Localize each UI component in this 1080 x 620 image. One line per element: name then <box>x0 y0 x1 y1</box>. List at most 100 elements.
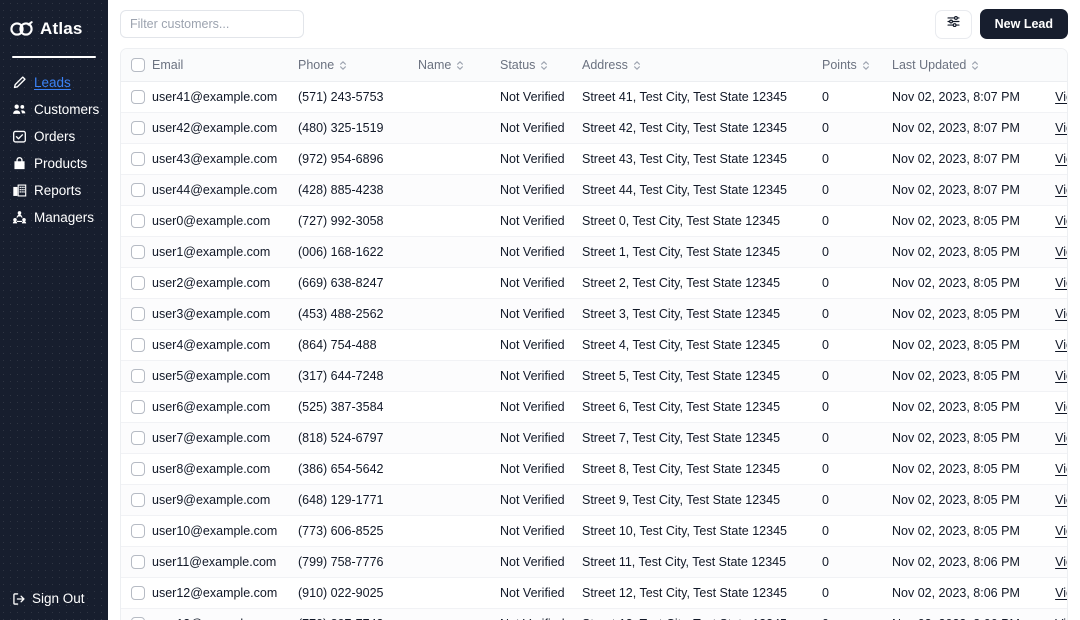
view-link[interactable]: View <box>1055 400 1067 414</box>
column-header-status[interactable]: Status <box>500 49 582 82</box>
row-checkbox[interactable] <box>131 369 145 383</box>
cell-phone: (972) 954-6896 <box>298 143 418 175</box>
view-link[interactable]: View <box>1055 245 1067 259</box>
view-link[interactable]: View <box>1055 338 1067 352</box>
column-header-email[interactable]: Email <box>152 49 298 82</box>
view-link[interactable]: View <box>1055 276 1067 290</box>
cell-points: 0 <box>822 360 892 392</box>
view-link[interactable]: View <box>1055 307 1067 321</box>
table-row[interactable]: user10@example.com (773) 606-8525 Not Veri… <box>121 515 1067 547</box>
table-row[interactable]: user13@example.com(770) 897-7743 Not Veri… <box>121 608 1067 620</box>
table-row[interactable]: user2@example.com (669) 638-8247 Not Verif… <box>121 267 1067 299</box>
sidebar-item-orders[interactable]: Orders <box>0 123 108 150</box>
view-link[interactable]: View <box>1055 586 1067 600</box>
row-checkbox[interactable] <box>131 462 145 476</box>
cell-email: user2@example.com <box>152 267 298 299</box>
table-row[interactable]: user4@example.com (864) 754-488 Not Verifi… <box>121 329 1067 361</box>
new-lead-button[interactable]: New Lead <box>979 9 1068 39</box>
column-header-address[interactable]: Address <box>582 49 822 82</box>
row-checkbox[interactable] <box>131 214 145 228</box>
table-row[interactable]: user11@example.com (799) 758-7776 Not Veri… <box>121 546 1067 578</box>
cell-email: user3@example.com <box>152 298 298 330</box>
cell-phone: (317) 644-7248 <box>298 360 418 392</box>
sort-icon[interactable] <box>540 60 548 71</box>
row-checkbox[interactable] <box>131 400 145 414</box>
column-header-name[interactable]: Name <box>418 49 500 82</box>
view-link[interactable]: View <box>1055 121 1067 135</box>
row-checkbox[interactable] <box>131 338 145 352</box>
shopping-bag-icon <box>12 156 27 171</box>
view-link[interactable]: View <box>1055 493 1067 507</box>
row-select-cell <box>121 453 152 485</box>
sidebar-item-managers[interactable]: Managers <box>0 204 108 231</box>
row-checkbox[interactable] <box>131 90 145 104</box>
row-checkbox[interactable] <box>131 493 145 507</box>
sidebar-item-customers[interactable]: Customers <box>0 96 108 123</box>
sidebar-item-products[interactable]: Products <box>0 150 108 177</box>
table-row[interactable]: user1@example.com (006) 168-1622 Not Verif… <box>121 236 1067 268</box>
sign-out-label: Sign Out <box>32 591 85 606</box>
cell-status: Not Verified <box>500 484 582 516</box>
table-row[interactable]: user43@example.com (972) 954-6896 Not Veri… <box>121 143 1067 175</box>
cell-last-updated: Nov 02, 2023, 8:05 PM <box>892 422 1032 454</box>
cell-points: 0 <box>822 484 892 516</box>
view-link[interactable]: View <box>1055 431 1067 445</box>
table-row[interactable]: user12@example.com (910) 022-9025 Not Veri… <box>121 577 1067 609</box>
sidebar-item-reports[interactable]: Reports <box>0 177 108 204</box>
sign-out-button[interactable]: Sign Out <box>12 591 85 606</box>
cell-last-updated: Nov 02, 2023, 8:05 PM <box>892 205 1032 237</box>
sort-icon[interactable] <box>456 60 464 71</box>
row-checkbox[interactable] <box>131 152 145 166</box>
view-link[interactable]: View <box>1055 183 1067 197</box>
table-row[interactable]: user42@example.com (480) 325-1519 Not Veri… <box>121 112 1067 144</box>
row-checkbox[interactable] <box>131 586 145 600</box>
sort-icon[interactable] <box>339 60 347 71</box>
table-row[interactable]: user0@example.com (727) 992-3058 Not Verif… <box>121 205 1067 237</box>
cell-points: 0 <box>822 205 892 237</box>
view-link[interactable]: View <box>1055 152 1067 166</box>
column-header-phone[interactable]: Phone <box>298 49 418 82</box>
table-row[interactable]: user9@example.com (648) 129-1771 Not Verif… <box>121 484 1067 516</box>
view-link[interactable]: View <box>1055 369 1067 383</box>
cell-name <box>418 515 500 547</box>
table-row[interactable]: user8@example.com (386) 654-5642 Not Verif… <box>121 453 1067 485</box>
table-row[interactable]: user7@example.com (818) 524-6797 Not Verif… <box>121 422 1067 454</box>
view-link[interactable]: View <box>1055 90 1067 104</box>
cell-last-updated: Nov 02, 2023, 8:05 PM <box>892 360 1032 392</box>
cell-name <box>418 205 500 237</box>
view-link[interactable]: View <box>1055 462 1067 476</box>
cell-status: Not Verified <box>500 546 582 578</box>
sort-icon[interactable] <box>862 60 870 71</box>
row-checkbox[interactable] <box>131 245 145 259</box>
cell-points: 0 <box>822 298 892 330</box>
table-row[interactable]: user6@example.com (525) 387-3584 Not Verif… <box>121 391 1067 423</box>
view-link[interactable]: View <box>1055 214 1067 228</box>
table-settings-button[interactable] <box>934 9 972 39</box>
table-row[interactable]: user3@example.com (453) 488-2562 Not Verif… <box>121 298 1067 330</box>
main-content: New Lead Email Phone <box>108 0 1080 620</box>
leads-table: Email Phone Name Status Address Points L… <box>121 49 1067 620</box>
row-checkbox[interactable] <box>131 121 145 135</box>
sliders-icon <box>946 14 961 34</box>
view-link[interactable]: View <box>1055 524 1067 538</box>
row-checkbox[interactable] <box>131 307 145 321</box>
row-checkbox[interactable] <box>131 183 145 197</box>
column-header-last-updated[interactable]: Last Updated <box>892 49 1032 82</box>
filter-customers-input[interactable] <box>120 10 304 38</box>
select-all-checkbox[interactable] <box>131 58 145 72</box>
cell-phone: (428) 885-4238 <box>298 174 418 206</box>
cell-email: user9@example.com <box>152 484 298 516</box>
table-row[interactable]: user41@example.com (571) 243-5753 Not Veri… <box>121 81 1067 113</box>
column-header-points[interactable]: Points <box>822 49 892 82</box>
sort-icon[interactable] <box>971 60 979 71</box>
row-checkbox[interactable] <box>131 276 145 290</box>
row-checkbox[interactable] <box>131 524 145 538</box>
row-checkbox[interactable] <box>131 431 145 445</box>
table-row[interactable]: user5@example.com (317) 644-7248 Not Verif… <box>121 360 1067 392</box>
sort-icon[interactable] <box>633 60 641 71</box>
row-checkbox[interactable] <box>131 555 145 569</box>
sidebar-item-leads[interactable]: Leads <box>0 69 108 96</box>
table-row[interactable]: user44@example.com (428) 885-4238 Not Veri… <box>121 174 1067 206</box>
select-all-header <box>121 49 152 82</box>
view-link[interactable]: View <box>1055 555 1067 569</box>
